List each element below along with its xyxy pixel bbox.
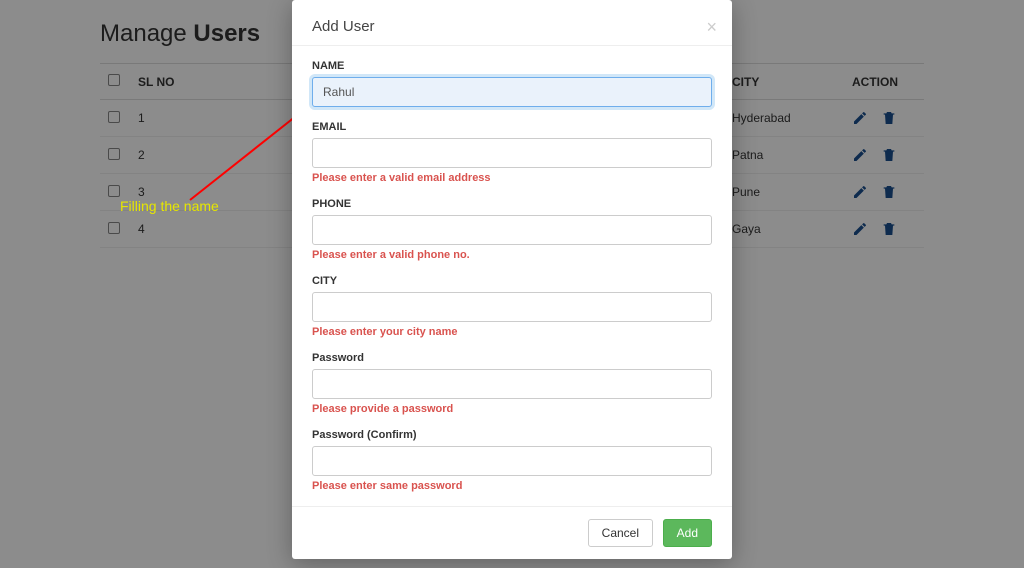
password-label: Password <box>312 352 712 364</box>
password-confirm-label: Password (Confirm) <box>312 429 712 441</box>
email-input[interactable] <box>312 138 712 168</box>
city-error: Please enter your city name <box>312 326 712 338</box>
phone-label: PHONE <box>312 198 712 210</box>
phone-error: Please enter a valid phone no. <box>312 249 712 261</box>
annotation-text: Filling the name <box>120 198 219 214</box>
email-label: EMAIL <box>312 121 712 133</box>
password-error: Please provide a password <box>312 403 712 415</box>
name-input[interactable] <box>312 77 712 107</box>
password-input[interactable] <box>312 369 712 399</box>
add-user-modal: Add User × NAME EMAIL Please enter a val… <box>292 0 732 559</box>
add-button[interactable]: Add <box>663 519 712 547</box>
password-confirm-input[interactable] <box>312 446 712 476</box>
cancel-button[interactable]: Cancel <box>588 519 653 547</box>
name-label: NAME <box>312 60 712 72</box>
password-confirm-error: Please enter same password <box>312 480 712 492</box>
city-input[interactable] <box>312 292 712 322</box>
city-label: CITY <box>312 275 712 287</box>
phone-input[interactable] <box>312 215 712 245</box>
email-error: Please enter a valid email address <box>312 172 712 184</box>
close-icon[interactable]: × <box>706 18 717 36</box>
modal-title: Add User <box>312 18 712 35</box>
